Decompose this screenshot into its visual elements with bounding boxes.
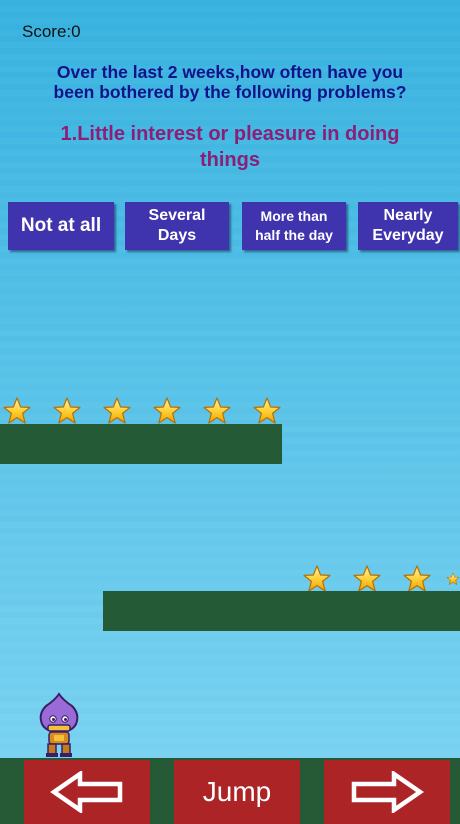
option-not-at-all-button[interactable]: Not at all — [8, 202, 114, 250]
left-button[interactable] — [24, 760, 150, 824]
item-line-2: things — [200, 149, 260, 171]
jump-label: Jump — [202, 776, 272, 807]
right-button[interactable] — [324, 760, 450, 824]
star-icon — [352, 564, 382, 594]
jump-button[interactable]: Jump — [174, 760, 300, 824]
item-line-1: 1.Little interest or pleasure in doing — [60, 123, 400, 145]
option-label: Not at all — [20, 215, 102, 236]
star-icon — [402, 564, 432, 594]
option-label-line-2: half the day — [255, 227, 333, 243]
option-nearly-everyday-button[interactable]: Nearly Everyday — [358, 202, 458, 250]
question-text: Over the last 2 weeks,how often have you… — [0, 62, 460, 102]
star-icon — [152, 396, 182, 426]
option-label-line-1: Nearly — [383, 207, 433, 224]
star-icon — [2, 396, 32, 426]
star-icon — [202, 396, 232, 426]
star-icon — [102, 396, 132, 426]
question-line-1: Over the last 2 weeks,how often have you — [56, 62, 404, 82]
option-label-line-1: More than — [260, 208, 328, 224]
option-more-than-half-button[interactable]: More than half the day — [242, 202, 346, 250]
star-icon — [52, 396, 82, 426]
option-several-days-button[interactable]: Several Days — [125, 202, 229, 250]
star-icon — [446, 564, 460, 594]
lower-platform — [103, 591, 460, 631]
question-line-2: been bothered by the following problems? — [53, 82, 407, 102]
upper-platform — [0, 424, 282, 464]
question-item: 1.Little interest or pleasure in doing t… — [0, 121, 460, 173]
star-icon — [252, 396, 282, 426]
score-display: Score:0 — [22, 22, 81, 41]
option-label-line-2: Days — [157, 227, 197, 244]
option-label-line-1: Several — [148, 207, 206, 224]
option-label-line-2: Everyday — [372, 227, 444, 244]
left-arrow-icon — [50, 771, 123, 813]
star-icon — [302, 564, 332, 594]
player-character — [39, 692, 79, 757]
right-arrow-icon — [351, 771, 424, 813]
